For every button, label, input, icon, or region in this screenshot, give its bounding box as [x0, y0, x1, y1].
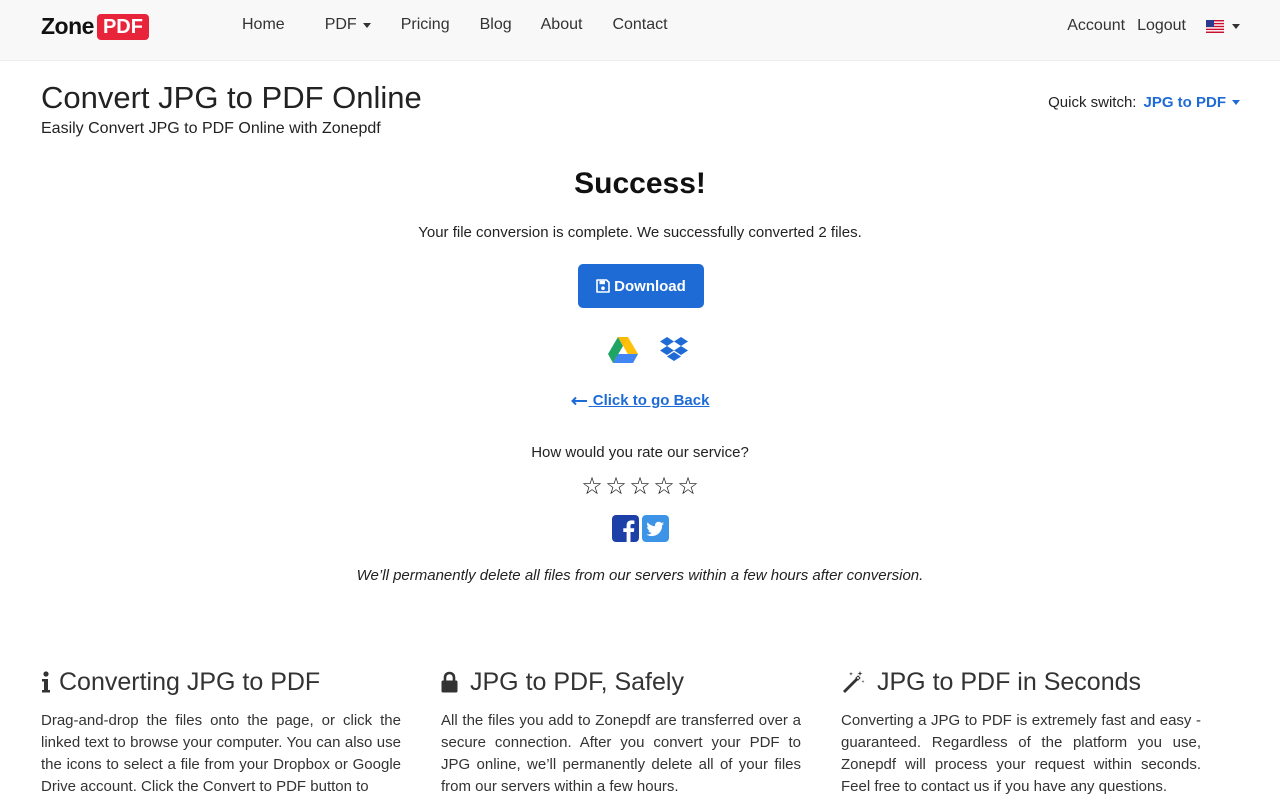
- go-back-link[interactable]: Click to go Back: [0, 392, 1280, 409]
- caret-down-icon: [362, 22, 371, 28]
- quick-switch-value: JPG to PDF: [1143, 94, 1226, 111]
- star-1[interactable]: ☆: [580, 472, 604, 500]
- facebook-icon: [612, 515, 639, 542]
- rating-question: How would you rate our service?: [531, 444, 749, 461]
- nav-account[interactable]: Account: [1067, 17, 1125, 35]
- success-message: Your file conversion is complete. We suc…: [418, 224, 862, 241]
- quick-switch-label: Quick switch:: [1048, 94, 1137, 111]
- caret-down-icon: [1232, 100, 1240, 105]
- zonepdf-logo[interactable]: Zone PDF: [41, 13, 149, 40]
- nav-pricing[interactable]: Pricing: [401, 16, 450, 34]
- go-back-label: Click to go Back: [592, 392, 710, 409]
- social-share: [612, 515, 672, 542]
- magic-wand-icon: [841, 670, 865, 694]
- star-4[interactable]: ☆: [652, 472, 676, 500]
- lock-icon: [441, 671, 458, 693]
- download-button[interactable]: Download: [578, 264, 704, 308]
- nav-pdf-label: PDF: [324, 16, 357, 33]
- twitter-share-button[interactable]: [642, 515, 669, 542]
- facebook-share-button[interactable]: [612, 515, 639, 542]
- star-rating: ☆ ☆ ☆ ☆ ☆: [580, 472, 700, 500]
- feature-title-text: JPG to PDF in Seconds: [877, 667, 1142, 696]
- success-title: Success!: [574, 167, 706, 200]
- nav-contact[interactable]: Contact: [612, 16, 667, 34]
- nav-about[interactable]: About: [541, 16, 583, 34]
- logo-zone-text: Zone: [41, 13, 94, 39]
- navbar: Zone PDF Home PDF Pricing Blog About Con…: [0, 0, 1280, 61]
- cloud-save-options: [608, 336, 688, 363]
- feature-text: All the files you add to Zonepdf are tra…: [441, 712, 801, 795]
- language-dropdown[interactable]: [1206, 19, 1240, 33]
- download-label: Download: [614, 277, 686, 295]
- nav-logout[interactable]: Logout: [1137, 17, 1186, 35]
- arrow-left-icon: [570, 396, 587, 406]
- google-drive-icon: [608, 337, 638, 363]
- caret-down-icon: [1232, 23, 1240, 29]
- star-2[interactable]: ☆: [604, 472, 628, 500]
- twitter-icon: [642, 515, 669, 542]
- star-5[interactable]: ☆: [676, 472, 700, 500]
- feature-text: Converting a JPG to PDF is extremely fas…: [841, 712, 1201, 795]
- nav-pdf-dropdown[interactable]: PDF: [325, 16, 371, 34]
- us-flag-icon: [1206, 19, 1224, 33]
- info-icon: [41, 671, 51, 693]
- feature-title: JPG to PDF, Safely: [441, 666, 801, 698]
- page-title: Convert JPG to PDF Online: [41, 80, 422, 115]
- floppy-disk-icon: [596, 279, 610, 293]
- logo-pdf-badge: PDF: [96, 13, 149, 40]
- feature-safely: JPG to PDF, Safely All the files you add…: [441, 666, 801, 798]
- nav-right: Account Logout: [1055, 17, 1240, 35]
- feature-seconds: JPG to PDF in Seconds Converting a JPG t…: [841, 666, 1201, 798]
- quick-switch-dropdown[interactable]: JPG to PDF: [1143, 94, 1240, 111]
- main-nav: Home PDF Pricing Blog About Contact: [242, 16, 708, 34]
- feature-text: Drag-and-drop the files onto the page, o…: [41, 712, 401, 795]
- star-3[interactable]: ☆: [628, 472, 652, 500]
- google-drive-button[interactable]: [608, 336, 638, 363]
- feature-title: JPG to PDF in Seconds: [841, 666, 1201, 698]
- dropbox-button[interactable]: [660, 336, 688, 363]
- dropbox-icon: [660, 336, 688, 361]
- feature-title: Converting JPG to PDF: [41, 666, 401, 698]
- deletion-notice: We’ll permanently delete all files from …: [356, 567, 924, 584]
- feature-converting: Converting JPG to PDF Drag-and-drop the …: [41, 666, 401, 798]
- page-subtitle: Easily Convert JPG to PDF Online with Zo…: [41, 120, 381, 137]
- nav-blog[interactable]: Blog: [480, 16, 512, 34]
- nav-home[interactable]: Home: [242, 16, 285, 34]
- feature-title-text: Converting JPG to PDF: [59, 667, 321, 696]
- quick-switch: Quick switch: JPG to PDF: [1048, 94, 1240, 111]
- feature-title-text: JPG to PDF, Safely: [470, 667, 684, 696]
